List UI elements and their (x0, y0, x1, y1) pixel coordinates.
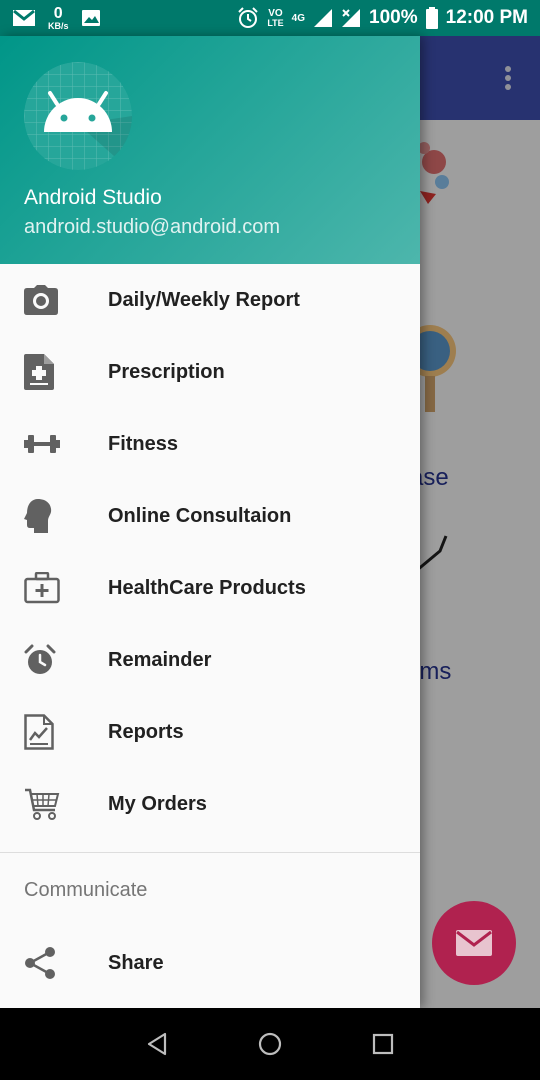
alarm-status-icon (238, 7, 259, 28)
data-speed-indicator: 0 KB/s (48, 4, 69, 31)
share-icon (25, 947, 55, 979)
menu-item-label: Prescription (108, 360, 225, 383)
image-icon (81, 10, 100, 26)
battery-percent: 100% (369, 7, 418, 28)
navigation-drawer: Android Studio android.studio@android.co… (0, 36, 420, 1008)
clock: 12:00 PM (445, 7, 528, 28)
user-email: android.studio@android.com (24, 216, 281, 238)
gmail-icon (13, 9, 35, 26)
menu-item-label: HealthCare Products (108, 576, 306, 599)
head-profile-icon (24, 499, 52, 533)
menu-item-healthcare-products[interactable]: HealthCare Products (0, 552, 420, 624)
home-icon[interactable] (258, 1032, 282, 1056)
medical-kit-icon (24, 572, 60, 604)
mail-icon (456, 930, 492, 956)
menu-item-label: My Orders (108, 792, 207, 815)
battery-icon (425, 7, 438, 29)
medical-document-icon (24, 354, 54, 390)
camera-icon (24, 285, 58, 315)
menu-item-share[interactable]: Share (0, 927, 420, 999)
email-fab-button[interactable] (432, 901, 516, 985)
signal-icon (314, 9, 333, 27)
menu-item-label: Remainder (108, 648, 212, 671)
menu-item-label: Fitness (108, 432, 179, 455)
system-navigation-bar (0, 1008, 540, 1080)
status-bar: 0 KB/s VO LTE 4G 100% 12:00 PM (0, 0, 540, 36)
recent-apps-icon[interactable] (371, 1032, 395, 1056)
shopping-cart-icon (25, 788, 60, 820)
drawer-menu: Daily/Weekly Report Prescription Fitness… (0, 264, 420, 999)
avatar[interactable] (24, 62, 132, 170)
section-title-communicate: Communicate (24, 878, 148, 901)
menu-item-label: Daily/Weekly Report (108, 288, 300, 311)
dumbbell-icon (24, 435, 60, 453)
back-icon[interactable] (145, 1032, 169, 1056)
menu-item-label: Online Consultaion (108, 504, 292, 527)
menu-item-label: Share (108, 951, 164, 974)
menu-item-daily-weekly-report[interactable]: Daily/Weekly Report (0, 264, 420, 336)
volte-indicator: VO LTE (267, 7, 284, 28)
menu-item-online-consultation[interactable]: Online Consultaion (0, 480, 420, 552)
user-name: Android Studio (24, 186, 162, 209)
menu-item-remainder[interactable]: Remainder (0, 624, 420, 696)
report-chart-icon (24, 714, 54, 750)
menu-item-reports[interactable]: Reports (0, 696, 420, 768)
menu-item-my-orders[interactable]: My Orders (0, 768, 420, 840)
menu-item-prescription[interactable]: Prescription (0, 336, 420, 408)
menu-item-label: Reports (108, 720, 184, 743)
network-type-label: 4G (291, 12, 306, 24)
android-logo-icon (24, 62, 132, 170)
alarm-icon (24, 644, 56, 674)
drawer-header: Android Studio android.studio@android.co… (0, 36, 420, 264)
menu-item-fitness[interactable]: Fitness (0, 408, 420, 480)
signal-no-sim-icon (342, 9, 361, 27)
